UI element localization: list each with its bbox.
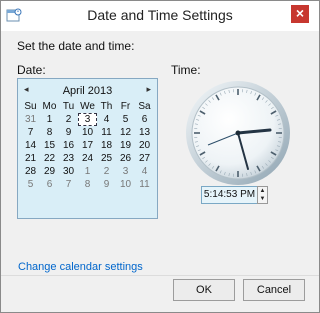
calendar[interactable]: ◂ April 2013 ▸ Su Mo Tu We Th Fr Sa 31 1 2 3 4 5 6 7 8 9… xyxy=(17,78,158,219)
calendar-day[interactable]: 6 xyxy=(40,178,59,191)
calendar-day[interactable]: 7 xyxy=(21,126,40,139)
calendar-day[interactable]: 28 xyxy=(21,165,40,178)
dialog-title: Date and Time Settings xyxy=(87,7,233,23)
calendar-day[interactable]: 20 xyxy=(135,139,154,152)
calendar-day[interactable]: 16 xyxy=(59,139,78,152)
weekday-label: Fr xyxy=(120,101,131,112)
calendar-day[interactable]: 9 xyxy=(59,126,78,139)
calendar-day[interactable]: 9 xyxy=(97,178,116,191)
calendar-day[interactable]: 23 xyxy=(59,152,78,165)
calendar-day[interactable]: 2 xyxy=(59,113,78,126)
cancel-button[interactable]: Cancel xyxy=(243,279,305,301)
weekday-label: Sa xyxy=(138,101,151,112)
calendar-day[interactable]: 11 xyxy=(97,126,116,139)
calendar-day[interactable]: 25 xyxy=(97,152,116,165)
calendar-day[interactable]: 7 xyxy=(59,178,78,191)
calendar-day[interactable]: 4 xyxy=(135,165,154,178)
calendar-day[interactable]: 12 xyxy=(116,126,135,139)
calendar-day[interactable]: 3 xyxy=(116,165,135,178)
time-spinner: ▲ ▼ xyxy=(257,186,268,204)
calendar-day[interactable]: 15 xyxy=(40,139,59,152)
calendar-day[interactable]: 10 xyxy=(78,126,97,139)
analog-clock xyxy=(186,81,290,185)
next-month-button[interactable]: ▸ xyxy=(146,84,151,95)
calendar-day[interactable]: 6 xyxy=(135,113,154,126)
intro-text: Set the date and time: xyxy=(17,39,135,53)
calendar-day[interactable]: 4 xyxy=(97,113,116,126)
time-input[interactable]: 5:14:53 PM xyxy=(201,186,258,204)
calendar-day[interactable]: 27 xyxy=(135,152,154,165)
calendar-week-row: 7 8 9 10 11 12 13 xyxy=(21,126,154,139)
calendar-day[interactable]: 17 xyxy=(78,139,97,152)
calendar-day[interactable]: 21 xyxy=(21,152,40,165)
weekday-header-row: Su Mo Tu We Th Fr Sa xyxy=(21,100,154,113)
change-calendar-settings-link[interactable]: Change calendar settings xyxy=(18,261,143,273)
time-label: Time: xyxy=(171,63,201,77)
calendar-week-row: 14 15 16 17 18 19 20 xyxy=(21,139,154,152)
calendar-day[interactable]: 8 xyxy=(40,126,59,139)
calendar-day[interactable]: 3 xyxy=(78,113,97,126)
calendar-week-row: 28 29 30 1 2 3 4 xyxy=(21,165,154,178)
weekday-label: We xyxy=(80,101,95,112)
calendar-week-row: 5 6 7 8 9 10 11 xyxy=(21,178,154,191)
time-up-button[interactable]: ▲ xyxy=(258,187,267,195)
calendar-day[interactable]: 29 xyxy=(40,165,59,178)
calendar-day[interactable]: 18 xyxy=(97,139,116,152)
calendar-day[interactable]: 26 xyxy=(116,152,135,165)
calendar-day[interactable]: 2 xyxy=(97,165,116,178)
weekday-label: Tu xyxy=(62,101,75,112)
calendar-day[interactable]: 19 xyxy=(116,139,135,152)
weekday-label: Mo xyxy=(42,101,57,112)
date-label: Date: xyxy=(17,63,46,77)
calendar-day[interactable]: 5 xyxy=(116,113,135,126)
time-down-button[interactable]: ▼ xyxy=(258,195,267,203)
calendar-day[interactable]: 8 xyxy=(78,178,97,191)
ok-button[interactable]: OK xyxy=(173,279,235,301)
weekday-label: Th xyxy=(100,101,113,112)
dialog-body: Set the date and time: Date: Time: ◂ Apr… xyxy=(1,31,319,312)
title-bar: Date and Time Settings × xyxy=(1,1,319,31)
calendar-day[interactable]: 13 xyxy=(135,126,154,139)
weekday-label: Su xyxy=(24,101,37,112)
calendar-grid: Su Mo Tu We Th Fr Sa 31 1 2 3 4 5 6 7 8 9 10 11 12 13 14 15 16 1… xyxy=(21,100,154,191)
calendar-day[interactable]: 31 xyxy=(21,113,40,126)
calendar-week-row: 31 1 2 3 4 5 6 xyxy=(21,113,154,126)
close-button[interactable]: × xyxy=(291,5,309,23)
calendar-day[interactable]: 22 xyxy=(40,152,59,165)
calendar-day[interactable]: 10 xyxy=(116,178,135,191)
calendar-day[interactable]: 11 xyxy=(135,178,154,191)
calendar-day[interactable]: 14 xyxy=(21,139,40,152)
footer-divider xyxy=(1,275,319,276)
calendar-day[interactable]: 24 xyxy=(78,152,97,165)
date-time-dialog: Date and Time Settings × Set the date an… xyxy=(0,0,320,313)
calendar-day[interactable]: 5 xyxy=(21,178,40,191)
calendar-day[interactable]: 30 xyxy=(59,165,78,178)
calendar-day[interactable]: 1 xyxy=(78,165,97,178)
calendar-week-row: 21 22 23 24 25 26 27 xyxy=(21,152,154,165)
calendar-day[interactable]: 1 xyxy=(40,113,59,126)
calendar-month-title[interactable]: April 2013 xyxy=(18,85,157,97)
